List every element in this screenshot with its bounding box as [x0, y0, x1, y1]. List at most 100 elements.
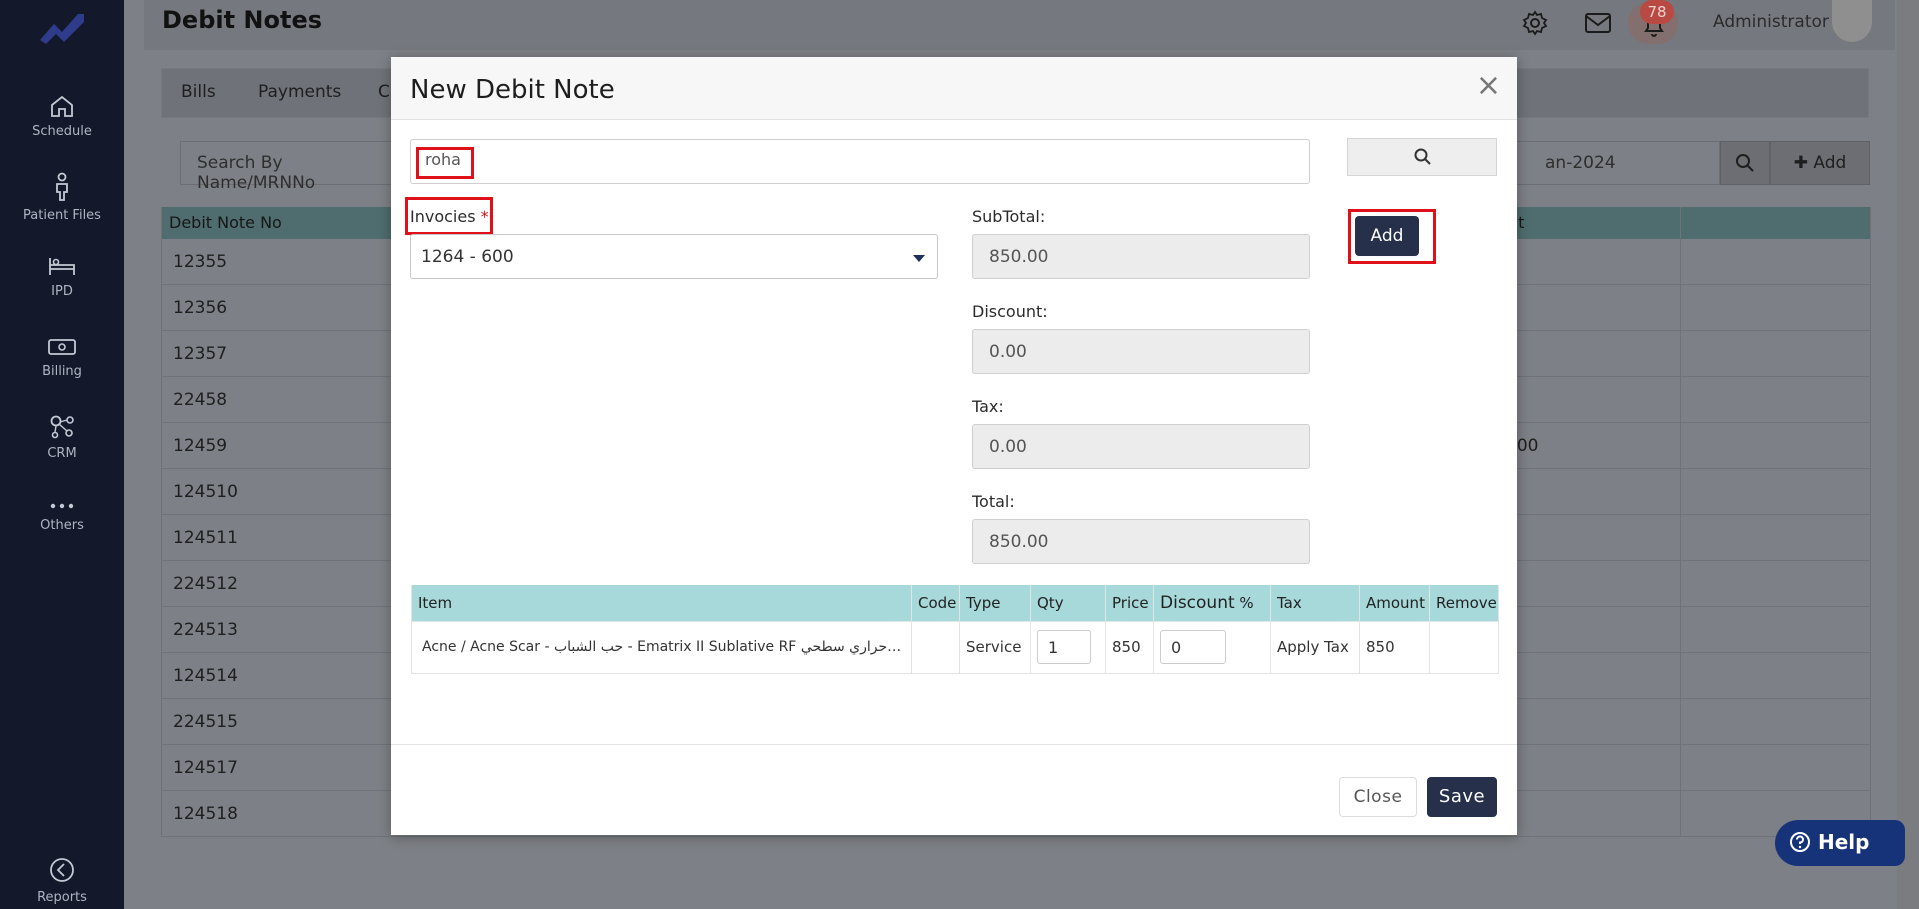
patient-search-input[interactable]: roha [410, 139, 1310, 184]
cell-debit-note-no: 224512 [173, 574, 238, 594]
modal-title: New Debit Note [410, 75, 615, 105]
search-icon [1414, 148, 1431, 165]
back-circle-icon [50, 858, 74, 882]
cell-debit-note-no: 124518 [173, 804, 238, 824]
total-label: Total: [972, 492, 1015, 511]
total-field: 850.00 [972, 519, 1310, 564]
sidebar-item-reports[interactable]: Reports [0, 856, 124, 905]
search-icon [1736, 154, 1754, 172]
sidebar-item-label: Reports [37, 890, 87, 905]
cell-debit-note-no: 12355 [173, 252, 228, 272]
more-icon [50, 503, 74, 509]
cell-debit-note-no: 124514 [173, 666, 238, 686]
person-icon [56, 172, 68, 201]
cell-item: Acne / Acne Scar - حب الشباب - Ematrix I… [411, 621, 912, 674]
cell-debit-note-no: 224513 [173, 620, 238, 640]
invoice-select-value: 1264 - 600 [421, 247, 514, 267]
modal-header: New Debit Note × [391, 57, 1517, 120]
column-item: Item [411, 585, 912, 622]
cell-debit-note-no: 12459 [173, 436, 228, 456]
background-date-field[interactable]: an-2024 [1500, 141, 1720, 185]
items-table: Item Code Type Qty Price Discount % Tax … [411, 585, 1499, 674]
save-button[interactable]: Save [1427, 777, 1497, 817]
new-debit-note-modal: New Debit Note × roha Invocies * 1264 - … [391, 57, 1517, 835]
background-search-input[interactable]: Search By Name/MRNNo [180, 141, 400, 193]
cell-qty: 1 [1030, 621, 1106, 674]
sidebar-item-label: Patient Files [23, 208, 101, 223]
column-qty: Qty [1030, 585, 1106, 622]
subtotal-label: SubTotal: [972, 207, 1046, 226]
cell-debit-note-no: 22458 [173, 390, 228, 410]
sidebar: Schedule Patient Files IPD Billing CRM O… [0, 0, 124, 909]
discount-field: 0.00 [972, 329, 1310, 374]
avatar[interactable] [1832, 0, 1872, 42]
cell-debit-note-no: 224515 [173, 712, 238, 732]
column-tax: Tax [1270, 585, 1360, 622]
caret-down-icon [913, 255, 925, 262]
sidebar-item-crm[interactable]: CRM [0, 414, 124, 461]
tab-payments[interactable]: Payments [258, 82, 341, 102]
sidebar-item-label: CRM [47, 446, 77, 461]
highlight-box [416, 147, 474, 179]
sidebar-item-others[interactable]: Others [0, 500, 124, 533]
sidebar-item-label: Schedule [32, 124, 92, 139]
gear-icon[interactable] [1522, 10, 1548, 36]
tab-c[interactable]: C [378, 82, 390, 102]
close-button[interactable]: Close [1339, 777, 1417, 817]
cell-code [911, 621, 960, 674]
column-price: Price [1105, 585, 1154, 622]
user-name[interactable]: Administrator [1713, 12, 1829, 32]
cell-debit-note-no: 12357 [173, 344, 228, 364]
logo-icon [40, 14, 84, 44]
question-circle-icon [1790, 832, 1810, 852]
help-button[interactable]: Help [1775, 820, 1905, 866]
background-add-label: Add [1813, 153, 1847, 173]
subtotal-field: 850.00 [972, 234, 1310, 279]
qty-input[interactable]: 1 [1037, 630, 1091, 664]
tab-bills[interactable]: Bills [181, 82, 216, 102]
cell-debit-note-no: 124510 [173, 482, 238, 502]
column-discount-label: Discount [1160, 592, 1235, 613]
column-type: Type [959, 585, 1031, 622]
cell-price: 850 [1105, 621, 1154, 674]
sidebar-item-billing[interactable]: Billing [0, 336, 124, 379]
cell-discount: 0 [1153, 621, 1271, 674]
column-remove: Remove [1429, 585, 1499, 622]
patient-search-button[interactable] [1347, 138, 1497, 176]
bed-icon [49, 258, 75, 275]
scrollbar[interactable] [1897, 0, 1919, 909]
cell-debit-note-no: 124517 [173, 758, 238, 778]
close-icon[interactable]: × [1476, 71, 1501, 101]
mail-icon[interactable] [1584, 12, 1612, 34]
table-row: Acne / Acne Scar - حب الشباب - Ematrix I… [411, 621, 1499, 674]
sidebar-item-patient-files[interactable]: Patient Files [0, 172, 124, 223]
home-icon [51, 95, 73, 117]
sidebar-item-label: IPD [51, 284, 73, 299]
tax-field: 0.00 [972, 424, 1310, 469]
money-icon [48, 339, 76, 355]
modal-footer-divider [391, 744, 1517, 745]
background-column-debit-note-no: Debit Note No [169, 213, 282, 232]
highlight-box [405, 197, 493, 235]
sidebar-item-schedule[interactable]: Schedule [0, 94, 124, 139]
network-icon [50, 415, 74, 439]
cell-debit-note-no: 12356 [173, 298, 228, 318]
cell-remove[interactable] [1429, 621, 1499, 674]
background-add-button[interactable]: ✚ Add [1770, 141, 1870, 185]
column-amount: Amount [1359, 585, 1430, 622]
page-title: Debit Notes [162, 6, 323, 34]
notification-badge: 78 [1640, 0, 1674, 24]
sidebar-item-ipd[interactable]: IPD [0, 254, 124, 299]
cell-type: Service [959, 621, 1031, 674]
table-border [1870, 207, 1871, 837]
cell-tax[interactable]: Apply Tax [1270, 621, 1360, 674]
column-code: Code [911, 585, 960, 622]
plus-icon: ✚ [1793, 153, 1814, 173]
help-label: Help [1817, 830, 1870, 854]
background-search-button[interactable] [1720, 141, 1770, 185]
discount-input[interactable]: 0 [1160, 630, 1226, 664]
invoice-select[interactable]: 1264 - 600 [410, 234, 938, 279]
items-table-header: Item Code Type Qty Price Discount % Tax … [411, 585, 1499, 622]
cell-debit-note-no: 124511 [173, 528, 238, 548]
discount-label: Discount: [972, 302, 1048, 321]
